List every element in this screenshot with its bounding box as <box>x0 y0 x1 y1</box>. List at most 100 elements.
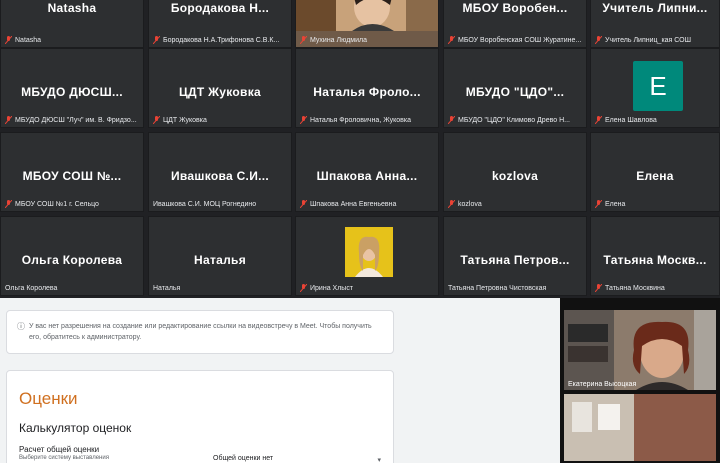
participant-tile[interactable]: Ирина Хлыст <box>295 216 439 296</box>
participant-footer: ЦДТ Жуковка <box>153 116 289 124</box>
participant-name-large: Шпакова Анна... <box>316 169 418 183</box>
mic-off-icon <box>595 116 602 124</box>
participant-name-large: Ивашкова С.И... <box>170 169 270 183</box>
participant-tile[interactable]: Ольга Королева Ольга Королева <box>0 216 144 296</box>
participant-footer: Наталья Фроловична, Жуковка <box>300 116 436 124</box>
caret-down-icon: ▾ <box>377 457 381 463</box>
mic-off-icon <box>595 36 602 44</box>
participant-footer: МБУДО ДЮСШ "Луч" им. В. Фридзо... <box>5 116 141 124</box>
participant-tile[interactable]: Мухина Людмила <box>295 0 439 48</box>
participant-footer: МБОУ СОШ №1 г. Сельцо <box>5 200 141 208</box>
participant-tile[interactable]: Татьяна Петров... Татьяна Петровна Чисто… <box>443 216 587 296</box>
participant-name-large: Наталья Фроло... <box>313 85 421 99</box>
info-icon: ⓘ <box>17 322 25 331</box>
participant-name-label: МБУДО ДЮСШ "Луч" им. В. Фридзо... <box>15 116 137 124</box>
participant-name-large: МБОУ Воробен... <box>462 1 568 15</box>
participant-name-large: Татьяна Москв... <box>603 253 707 267</box>
participant-name-label: Ирина Хлыст <box>310 284 354 292</box>
participant-photo <box>345 227 393 277</box>
participant-tile[interactable]: Елена Елена <box>590 132 720 212</box>
participant-grid: Natasha Natasha Бородакова Н... Бородако… <box>0 0 720 298</box>
mic-off-icon <box>153 36 160 44</box>
participant-video <box>296 0 438 31</box>
participant-footer: Учитель Липниц_кая СОШ <box>595 36 717 44</box>
participant-name-large: МБУДО "ЦДО"... <box>465 85 565 99</box>
participant-footer: Татьяна Москвина <box>595 284 717 292</box>
participant-name-label: Наталья <box>153 285 181 292</box>
participant-name-label: Natasha <box>15 36 42 44</box>
participant-name-large: Учитель Липни... <box>602 1 708 15</box>
participant-video[interactable] <box>564 394 716 461</box>
participant-footer: Natasha <box>5 36 141 44</box>
participant-name-large: kozlova <box>491 169 539 183</box>
video-feed <box>564 310 716 390</box>
mic-off-icon <box>300 200 307 208</box>
participant-name-label: Наталья Фроловична, Жуковка <box>310 116 411 124</box>
video-name-label: Екатерина Высоцкая <box>568 381 637 388</box>
participant-name-label: МБУДО "ЦДО" Климово Древо Н... <box>458 116 570 124</box>
participant-name-label: Бородакова Н.А.Трифонова С.В.К... <box>163 36 280 44</box>
mic-off-icon <box>300 116 307 124</box>
participant-footer: Ирина Хлыст <box>300 284 436 292</box>
mic-off-icon <box>595 200 602 208</box>
mic-off-icon <box>448 36 455 44</box>
participant-footer: Бородакова Н.А.Трифонова С.В.К... <box>153 36 289 44</box>
permission-notice: ⓘ У вас нет разрешения на создание или р… <box>6 310 394 354</box>
participant-name-large: Бородакова Н... <box>170 1 270 15</box>
mic-off-icon <box>153 116 160 124</box>
participant-name-label: kozlova <box>458 200 482 208</box>
participant-name-label: Елена <box>605 200 626 208</box>
participant-tile[interactable]: Татьяна Москв... Татьяна Москвина <box>590 216 720 296</box>
participant-name-label: Ольга Королева <box>5 285 58 292</box>
participant-footer: kozlova <box>448 200 584 208</box>
participant-tile[interactable]: Ивашкова С.И... Ивашкова С.И. МОЦ Рогнед… <box>148 132 292 212</box>
participant-name-large: Ольга Королева <box>21 253 123 267</box>
grades-card: Оценки Калькулятор оценок Расчет общей о… <box>6 370 394 463</box>
card-subtitle: Калькулятор оценок <box>19 421 132 435</box>
mic-off-icon <box>595 284 602 292</box>
participant-tile[interactable]: МБУДО "ЦДО"... МБУДО "ЦДО" Климово Древо… <box>443 48 587 128</box>
participant-footer: Ольга Королева <box>5 285 141 292</box>
avatar: E <box>633 61 683 111</box>
mic-off-icon <box>5 200 12 208</box>
participant-footer: Ивашкова С.И. МОЦ Рогнедино <box>153 201 289 208</box>
participant-tile[interactable]: kozlova kozlova <box>443 132 587 212</box>
participant-name-label: Шпакова Анна Евгеньевна <box>310 200 397 208</box>
mic-off-icon <box>5 116 12 124</box>
meet-window: Natasha Natasha Бородакова Н... Бородако… <box>0 0 720 463</box>
participant-name-large: Татьяна Петров... <box>460 253 570 267</box>
field-hint: Выберите систему выставления <box>19 455 109 461</box>
participant-tile[interactable]: Наталья Фроло... Наталья Фроловична, Жук… <box>295 48 439 128</box>
side-videos: Екатерина Высоцкая <box>560 298 720 463</box>
grade-calculation-select[interactable]: Общей оценки нет ▾ <box>207 453 385 463</box>
participant-name-label: Татьяна Петровна Чистовская <box>448 285 547 292</box>
participant-tile[interactable]: Шпакова Анна... Шпакова Анна Евгеньевна <box>295 132 439 212</box>
participant-name-large: МБОУ СОШ №... <box>22 169 122 183</box>
participant-name-label: Учитель Липниц_кая СОШ <box>605 36 692 44</box>
participant-name-large: Елена <box>636 169 674 183</box>
participant-tile[interactable]: МБУДО ДЮСШ... МБУДО ДЮСШ "Луч" им. В. Фр… <box>0 48 144 128</box>
participant-tile[interactable]: МБОУ Воробен... МБОУ Воробенская СОШ Жур… <box>443 0 587 48</box>
participant-tile[interactable]: Natasha Natasha <box>0 0 144 48</box>
participant-tile[interactable]: Бородакова Н... Бородакова Н.А.Трифонова… <box>148 0 292 48</box>
participant-name-label: Ивашкова С.И. МОЦ Рогнедино <box>153 201 257 208</box>
participant-name-label: МБОУ Воробенская СОШ Журатине... <box>458 36 582 44</box>
participant-name-large: ЦДТ Жуковка <box>178 85 262 99</box>
participant-footer: МБОУ Воробенская СОШ Журатине... <box>448 36 584 44</box>
participant-name-label: Елена Шавлова <box>605 116 657 124</box>
participant-tile[interactable]: ЦДТ Жуковка ЦДТ Жуковка <box>148 48 292 128</box>
participant-name-large: Наталья <box>194 253 246 267</box>
participant-name-large: МБУДО ДЮСШ... <box>21 85 123 99</box>
mic-off-icon <box>448 200 455 208</box>
participant-tile[interactable]: МБОУ СОШ №... МБОУ СОШ №1 г. Сельцо <box>0 132 144 212</box>
participant-tile[interactable]: Учитель Липни... Учитель Липниц_кая СОШ <box>590 0 720 48</box>
classroom-page: ⓘ У вас нет разрешения на создание или р… <box>0 298 560 463</box>
participant-tile[interactable]: Наталья Наталья <box>148 216 292 296</box>
mic-off-icon <box>300 284 307 292</box>
participant-footer: Татьяна Петровна Чистовская <box>448 285 584 292</box>
participant-footer: Наталья <box>153 285 289 292</box>
self-video[interactable]: Екатерина Высоцкая <box>564 310 716 390</box>
participant-tile[interactable]: E Елена Шавлова <box>590 48 720 128</box>
card-title: Оценки <box>19 389 78 408</box>
mic-off-icon <box>300 36 307 44</box>
